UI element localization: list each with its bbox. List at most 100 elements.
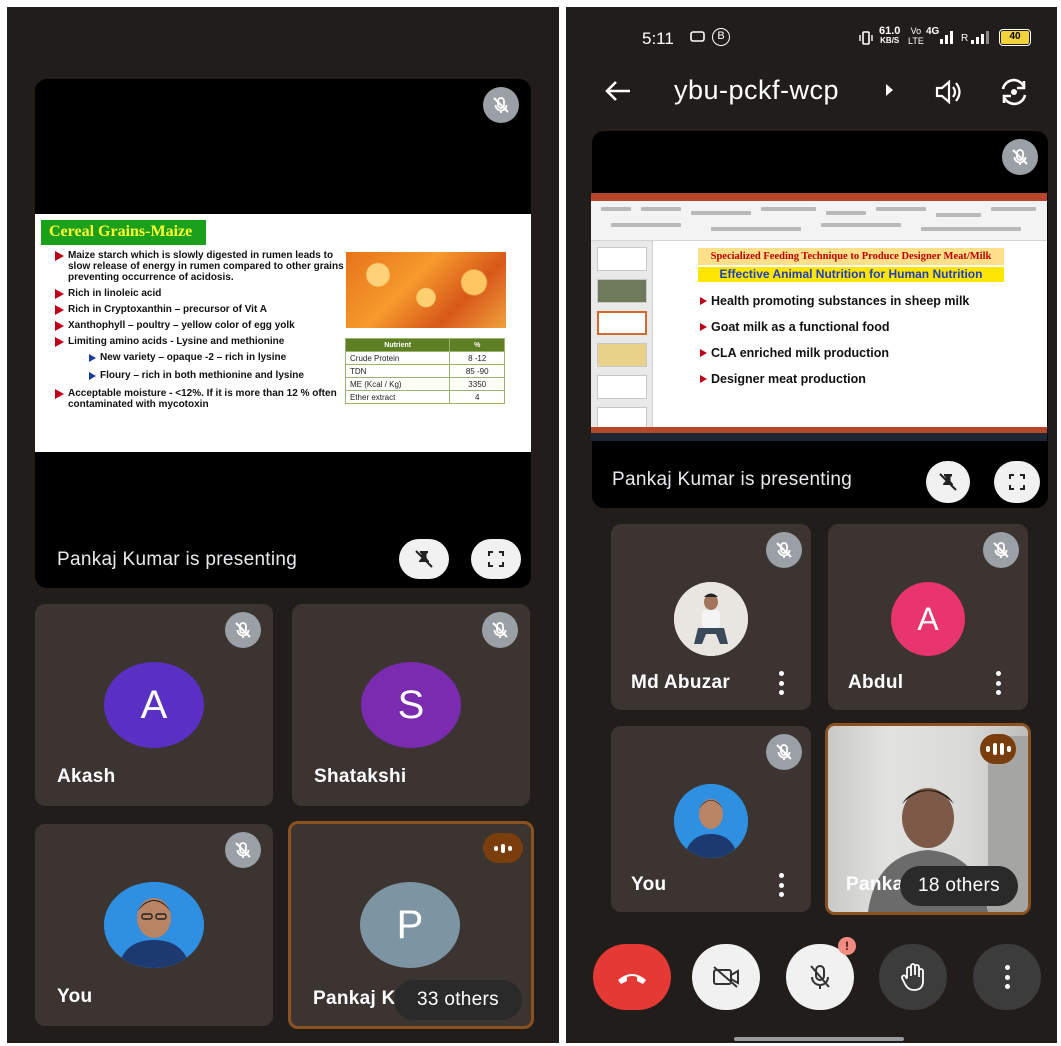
more-options-icon[interactable]: [986, 668, 1010, 698]
windows-taskbar: [591, 433, 1047, 441]
vibrate-icon: [858, 30, 874, 51]
hang-up-icon: [618, 974, 646, 984]
switch-camera-button[interactable]: [998, 77, 1030, 112]
table-cell: TDN: [344, 364, 451, 378]
fullscreen-button[interactable]: [471, 539, 521, 579]
table-cell: 3350: [449, 377, 505, 391]
participant-name: You: [631, 874, 667, 895]
camera-toggle-button[interactable]: [692, 944, 760, 1010]
speaking-icon: [483, 833, 523, 863]
table-cell: 4: [449, 390, 505, 404]
avatar: A: [891, 582, 965, 656]
more-options-icon[interactable]: [769, 668, 793, 698]
more-vert-icon: [995, 962, 1019, 992]
participant-tile-pankaj[interactable]: Panka 18 others: [825, 723, 1031, 915]
mic-off-icon: [810, 965, 830, 989]
participant-tile-pankaj[interactable]: P Pankaj Ku 33 others: [288, 821, 534, 1029]
slide-bullet: Maize starch which is slowly digested in…: [55, 250, 345, 283]
battery-level: 40: [1001, 31, 1029, 44]
speed-unit: KB/S: [880, 36, 900, 45]
slide-subheading: Effective Animal Nutrition for Human Nut…: [698, 267, 1004, 282]
table-header: Nutrient: [344, 338, 451, 352]
slide-heading: Specialized Feeding Technique to Produce…: [698, 248, 1004, 265]
participant-tile-you[interactable]: You: [35, 824, 273, 1026]
mic-off-icon: [766, 532, 802, 568]
ppt-slide-thumbnails: [591, 241, 653, 431]
meeting-info-chevron-icon[interactable]: [886, 84, 893, 96]
table-cell: 8 -12: [449, 351, 505, 365]
end-call-button[interactable]: [593, 944, 671, 1010]
others-count-chip[interactable]: 33 others: [394, 980, 522, 1020]
table-row: ME (Kcal / Kg) 3350: [344, 377, 505, 391]
slide-thumbnail: [597, 375, 647, 399]
camera-off-icon: [713, 966, 739, 988]
hand-icon: [901, 963, 924, 991]
ppt-title-bar: [591, 193, 1047, 201]
fullscreen-button[interactable]: [994, 461, 1040, 503]
table-row: Crude Protein 8 -12: [344, 351, 505, 365]
network-type: 4G: [926, 26, 940, 37]
roaming-label: R: [961, 33, 969, 44]
participant-tile-abdul[interactable]: A Abdul: [828, 524, 1028, 710]
participant-name: Abdul: [848, 672, 904, 693]
volte-top: Vo: [910, 26, 922, 36]
avatar: A: [104, 662, 204, 748]
volte-indicator: Vo LTE: [908, 26, 924, 46]
table-cell: Ether extract: [344, 390, 451, 404]
avatar: S: [361, 662, 461, 748]
participant-name: Md Abuzar: [631, 672, 731, 693]
speaker-icon: [935, 79, 961, 105]
mic-off-icon: [225, 832, 261, 868]
volte-bottom: LTE: [908, 36, 924, 46]
unpin-icon: [415, 550, 433, 568]
ppt-slide: Specialized Feeding Technique to Produce…: [696, 246, 1004, 426]
slide-thumbnail: [597, 343, 647, 367]
table-row: TDN 85 -90: [344, 364, 505, 378]
signal-icon-2: [970, 29, 992, 50]
unpin-button[interactable]: [399, 539, 449, 579]
participant-tile-shatakshi[interactable]: S Shatakshi: [292, 604, 530, 806]
participant-tile-you[interactable]: You: [611, 726, 811, 912]
more-options-icon[interactable]: [769, 870, 793, 900]
mic-off-icon: [766, 734, 802, 770]
gesture-handle[interactable]: [734, 1037, 904, 1041]
slide-bullet: CLA enriched milk production: [700, 346, 889, 360]
avatar: P: [360, 882, 460, 968]
table-cell: ME (Kcal / Kg): [344, 377, 451, 391]
switch-camera-icon: [1001, 78, 1027, 106]
more-options-button[interactable]: [973, 944, 1041, 1010]
left-meet-screen: Pankaj Kumar is presenting Cereal Grains…: [7, 7, 559, 1043]
participant-name: Panka: [846, 874, 904, 895]
user-photo-avatar: [674, 582, 748, 656]
slide-bullet: Limiting amino acids - Lysine and methio…: [55, 336, 345, 347]
mic-off-icon: [983, 532, 1019, 568]
presenting-label: Pankaj Kumar is presenting: [57, 549, 298, 570]
presenting-label: Pankaj Kumar is presenting: [612, 469, 853, 490]
raise-hand-button[interactable]: [879, 944, 947, 1010]
participant-tile-akash[interactable]: A Akash: [35, 604, 273, 806]
back-button[interactable]: [604, 79, 632, 108]
back-arrow-icon: [605, 81, 630, 101]
b-badge-icon: B: [712, 28, 730, 46]
participant-name: Shatakshi: [314, 766, 407, 787]
participant-name: You: [57, 986, 93, 1007]
slide-bullet: Health promoting substances in sheep mil…: [700, 294, 969, 308]
mic-off-icon: [1002, 139, 1038, 175]
slide-bullet: Acceptable moisture - <12%. If it is mor…: [55, 388, 345, 410]
unpin-button[interactable]: [926, 461, 970, 503]
participant-name: Akash: [57, 766, 116, 787]
slide-bullet: Xanthophyll – poultry – yellow color of …: [55, 320, 345, 331]
slide-sub-bullet: Floury – rich in both methionine and lys…: [55, 370, 345, 381]
slide-bullet: Rich in linoleic acid: [55, 288, 345, 299]
nutrient-table: Nutrient% Crude Protein 8 -12 TDN 85 -90 M…: [344, 338, 505, 404]
user-photo-avatar: [674, 784, 748, 858]
audio-output-button[interactable]: [934, 78, 964, 111]
meeting-code[interactable]: ybu-pckf-wcp: [674, 75, 839, 106]
others-count-chip[interactable]: 18 others: [900, 866, 1018, 906]
unpin-icon: [939, 473, 957, 491]
speed-value: 61.0: [879, 25, 901, 37]
slide-bullets: Maize starch which is slowly digested in…: [55, 250, 345, 415]
ppt-ribbon: [591, 201, 1047, 241]
mic-warning-badge: !: [838, 937, 856, 955]
participant-tile-md-abuzar[interactable]: Md Abuzar: [611, 524, 811, 710]
